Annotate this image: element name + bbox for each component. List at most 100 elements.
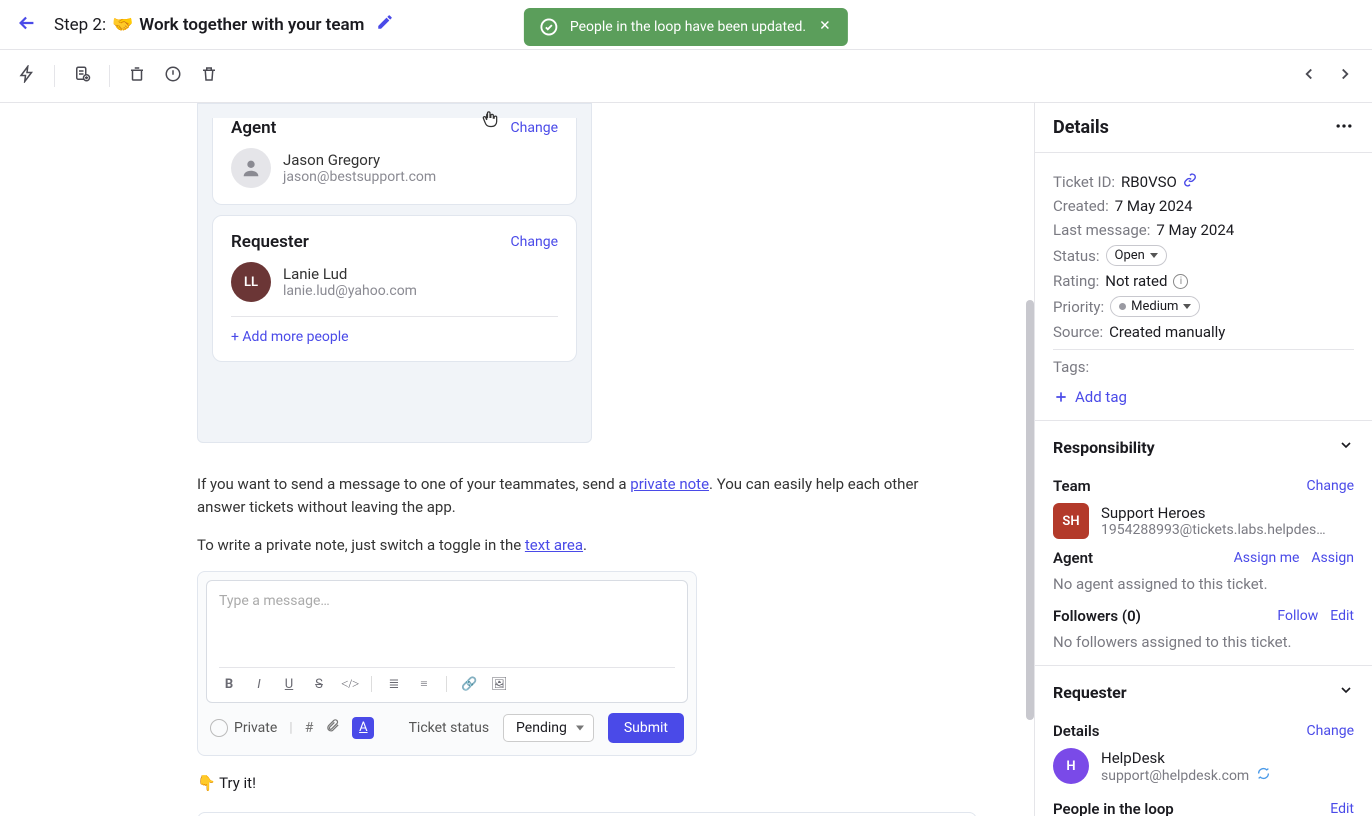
editor-placeholder: Type a message… — [219, 593, 675, 657]
status-chip[interactable]: Open — [1106, 245, 1167, 266]
scrollbar[interactable] — [1026, 300, 1034, 720]
reply-textarea[interactable] — [197, 812, 977, 816]
last-message-value: 7 May 2024 — [1156, 221, 1234, 239]
followers-label: Followers (0) — [1053, 607, 1141, 625]
archive-icon[interactable] — [128, 65, 146, 87]
tags-label: Tags: — [1053, 358, 1089, 376]
chevron-down-icon — [1183, 304, 1191, 309]
responsibility-title: Responsibility — [1053, 438, 1155, 457]
requester-avatar: H — [1053, 748, 1089, 784]
spam-icon[interactable] — [164, 65, 182, 87]
team-email: 1954288993@tickets.labs.helpdes… — [1101, 522, 1326, 538]
created-label: Created: — [1053, 197, 1109, 215]
last-message-label: Last message: — [1053, 221, 1150, 239]
note-add-icon[interactable] — [73, 65, 91, 87]
agent-change-link[interactable]: Change — [511, 120, 558, 136]
add-tag-label: Add tag — [1075, 388, 1127, 406]
divider — [231, 316, 558, 317]
private-label: Private — [234, 720, 277, 736]
p2-text-a: To write a private note, just switch a t… — [197, 536, 525, 554]
handshake-icon: 🤝 — [112, 15, 133, 35]
team-change-link[interactable]: Change — [1307, 478, 1354, 494]
italic-icon: I — [251, 676, 267, 692]
title-text: Work together with your team — [139, 15, 364, 35]
trash-icon[interactable] — [200, 65, 218, 87]
separator — [371, 676, 372, 692]
separator: | — [289, 720, 292, 736]
chevron-down-icon — [1338, 437, 1354, 457]
team-label: Team — [1053, 477, 1091, 495]
bold-icon: B — [221, 676, 237, 692]
check-circle-icon — [540, 18, 558, 36]
ticket-id-value: RB0VSO — [1121, 173, 1177, 191]
details-title: Details — [1053, 117, 1109, 138]
source-label: Source: — [1053, 323, 1103, 341]
requester-label: Requester — [231, 232, 309, 252]
agent-card: Agent Change Jason Gregory jason@bestsup… — [212, 118, 577, 205]
responsibility-body: Team Change SH Support Heroes 1954288993@… — [1035, 463, 1372, 665]
assign-link[interactable]: Assign — [1311, 550, 1354, 566]
requester-section-header[interactable]: Requester — [1035, 665, 1372, 708]
rating-value: Not rated — [1105, 272, 1167, 290]
toggle-icon — [210, 719, 228, 737]
editor-bottom-bar: Private | # A Ticket status Pending Subm… — [206, 703, 688, 747]
requester-name: HelpDesk — [1101, 749, 1270, 767]
requester-card: Requester Change LL Lanie Lud lanie.lud@… — [212, 215, 577, 362]
bolt-icon[interactable] — [18, 65, 36, 87]
sync-icon[interactable] — [1257, 768, 1270, 784]
requester-change-link[interactable]: Change — [511, 234, 558, 250]
requester-person: LL Lanie Lud lanie.lud@yahoo.com — [231, 262, 558, 302]
format-toolbar: B I U S </> ≣ ≡ 🔗 🖼 — [219, 667, 675, 692]
instruction-paragraph-2: To write a private note, just switch a t… — [197, 534, 947, 557]
text-color-icon: A — [352, 717, 374, 739]
status-select: Pending — [503, 714, 594, 742]
requester-row: H HelpDesk support@helpdesk.com — [1053, 748, 1354, 784]
text-area-link[interactable]: text area — [525, 536, 583, 554]
hashtag-icon: # — [305, 720, 314, 736]
priority-chip[interactable]: Medium — [1110, 296, 1200, 317]
no-agent-text: No agent assigned to this ticket. — [1053, 575, 1354, 593]
details-panel: Details Ticket ID: RB0VSO Created: 7 May… — [1034, 103, 1372, 816]
assign-me-link[interactable]: Assign me — [1234, 550, 1300, 566]
info-icon[interactable]: i — [1173, 274, 1188, 289]
back-button[interactable] — [16, 12, 38, 38]
attachment-icon — [325, 718, 340, 737]
ticket-status-label: Ticket status — [409, 720, 489, 736]
people-cards-zone: Agent Change Jason Gregory jason@bestsup… — [197, 103, 592, 443]
add-tag-button[interactable]: Add tag — [1053, 382, 1354, 412]
next-ticket-icon[interactable] — [1336, 65, 1354, 87]
priority-label: Priority: — [1053, 298, 1104, 316]
p2-text-b: . — [583, 536, 587, 554]
try-it-text: 👇 Try it! — [197, 774, 947, 792]
requester-email: lanie.lud@yahoo.com — [283, 283, 417, 299]
page-title: Step 2: 🤝 Work together with your team — [54, 13, 394, 36]
requester-email: support@helpdesk.com — [1101, 768, 1249, 784]
priority-dot-icon — [1119, 303, 1126, 310]
people-loop-edit-link[interactable]: Edit — [1330, 801, 1354, 816]
no-followers-text: No followers assigned to this ticket. — [1053, 633, 1354, 651]
private-note-link[interactable]: private note — [630, 475, 709, 493]
separator — [109, 65, 110, 87]
chevron-down-icon — [1150, 253, 1158, 258]
rating-label: Rating: — [1053, 272, 1099, 290]
prev-ticket-icon[interactable] — [1300, 65, 1318, 87]
created-value: 7 May 2024 — [1115, 197, 1193, 215]
unordered-list-icon: ≡ — [416, 676, 432, 692]
agent-person: Jason Gregory jason@bestsupport.com — [231, 148, 558, 188]
ordered-list-icon: ≣ — [386, 676, 402, 692]
details-meta: Ticket ID: RB0VSO Created: 7 May 2024 La… — [1035, 153, 1372, 420]
edit-icon[interactable] — [376, 13, 394, 36]
responsibility-header[interactable]: Responsibility — [1035, 420, 1372, 463]
code-icon: </> — [341, 676, 357, 692]
followers-edit-link[interactable]: Edit — [1330, 608, 1354, 624]
toast-message: People in the loop have been updated. — [570, 19, 806, 35]
agent-name: Jason Gregory — [283, 151, 436, 169]
more-icon[interactable] — [1334, 116, 1354, 140]
follow-link[interactable]: Follow — [1277, 608, 1318, 624]
team-row: SH Support Heroes 1954288993@tickets.lab… — [1053, 503, 1354, 539]
add-more-people-link[interactable]: + Add more people — [231, 329, 558, 345]
close-icon[interactable] — [818, 18, 832, 36]
requester-change-link[interactable]: Change — [1307, 723, 1354, 739]
copy-link-icon[interactable] — [1183, 173, 1197, 191]
status-value: Open — [1115, 248, 1145, 263]
